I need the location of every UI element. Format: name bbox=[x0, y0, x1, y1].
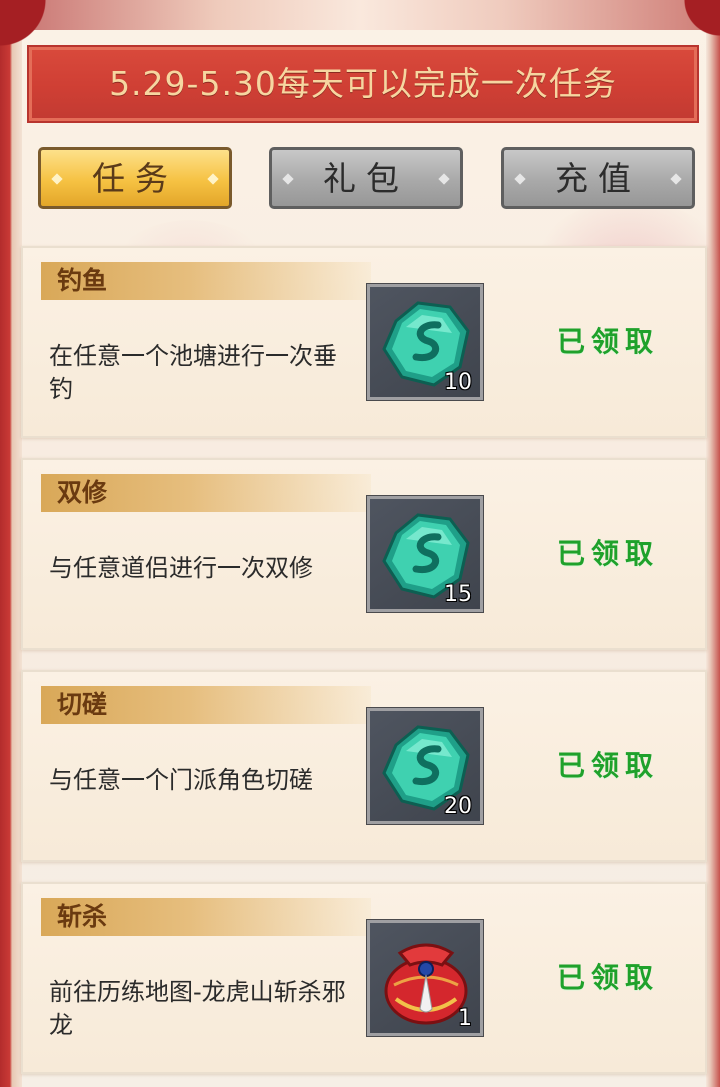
claimed-status: 已领取 bbox=[556, 537, 659, 570]
reward-slot[interactable]: 10 bbox=[366, 283, 484, 401]
diamond-ornament-icon bbox=[207, 173, 219, 185]
diamond-ornament-icon bbox=[670, 173, 682, 185]
diamond-ornament-icon bbox=[514, 173, 526, 185]
tab-label: 充值 bbox=[555, 159, 641, 198]
task-title: 切磋 bbox=[57, 690, 108, 719]
reward-slot[interactable]: 15 bbox=[366, 495, 484, 613]
task-card: 切磋 与任意一个门派角色切磋 20 已领取 bbox=[21, 670, 707, 862]
claimed-status: 已领取 bbox=[556, 749, 659, 782]
task-title: 钓鱼 bbox=[57, 266, 108, 295]
tab-tasks[interactable]: 任务 bbox=[38, 147, 232, 209]
task-description: 在任意一个池塘进行一次垂钓 bbox=[49, 342, 337, 403]
reward-count: 10 bbox=[444, 370, 472, 395]
diamond-ornament-icon bbox=[51, 173, 63, 185]
reward-count: 1 bbox=[458, 1006, 472, 1031]
diamond-ornament-icon bbox=[438, 173, 450, 185]
diamond-ornament-icon bbox=[282, 173, 294, 185]
task-card: 双修 与任意道侣进行一次双修 15 已领取 bbox=[21, 458, 707, 650]
task-title: 双修 bbox=[57, 478, 108, 507]
claimed-status: 已领取 bbox=[556, 961, 659, 994]
tab-recharge[interactable]: 充值 bbox=[501, 147, 695, 209]
task-card: 斩杀 前往历练地图-龙虎山斩杀邪龙 1 已领取 bbox=[21, 882, 707, 1074]
task-description: 与任意一个门派角色切磋 bbox=[49, 766, 313, 794]
task-description: 与任意道侣进行一次双修 bbox=[49, 554, 313, 582]
event-banner: 5.29-5.30每天可以完成一次任务 bbox=[27, 45, 699, 123]
reward-count: 20 bbox=[444, 794, 472, 819]
task-description: 前往历练地图-龙虎山斩杀邪龙 bbox=[49, 978, 346, 1039]
top-decoration bbox=[0, 0, 720, 30]
task-card: 钓鱼 在任意一个池塘进行一次垂钓 10 已领取 bbox=[21, 246, 707, 438]
banner-text: 5.29-5.30每天可以完成一次任务 bbox=[109, 64, 617, 103]
reward-count: 15 bbox=[444, 582, 472, 607]
tab-gift-packs[interactable]: 礼包 bbox=[269, 147, 463, 209]
left-frame-border bbox=[0, 0, 22, 1087]
tab-label: 礼包 bbox=[323, 159, 409, 198]
reward-slot[interactable]: 1 bbox=[366, 919, 484, 1037]
reward-slot[interactable]: 20 bbox=[366, 707, 484, 825]
claimed-status: 已领取 bbox=[556, 325, 659, 358]
task-title: 斩杀 bbox=[57, 902, 108, 931]
tab-label: 任务 bbox=[92, 159, 178, 198]
